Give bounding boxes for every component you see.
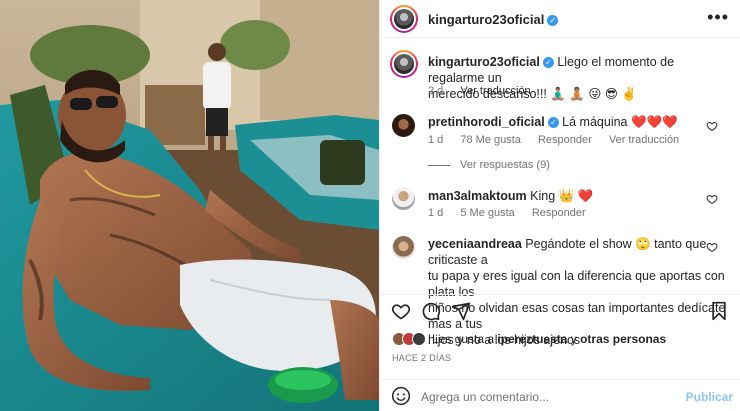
- verified-badge-icon: ✓: [547, 15, 559, 27]
- view-replies[interactable]: Ver respuestas (9): [428, 159, 564, 171]
- likes-username[interactable]: ipereztuesta: [497, 332, 567, 346]
- view-replies-text[interactable]: Ver respuestas (9): [460, 159, 550, 171]
- like-comment-icon[interactable]: [706, 241, 718, 253]
- save-bookmark-icon[interactable]: [710, 301, 728, 321]
- caption-meta: 2 d Ver traducción: [428, 85, 545, 97]
- comment-icon[interactable]: [421, 301, 441, 321]
- comment-2: man3almaktoum King 👑 ❤️: [428, 188, 718, 204]
- comment-likes[interactable]: 5 Me gusta: [460, 207, 514, 219]
- header-username[interactable]: kingarturo23oficial ✓: [428, 12, 559, 27]
- instagram-post-view: kingarturo23oficial ✓ ••• kingarturo23ofi…: [0, 0, 740, 411]
- comment-bar: Agrega un comentario... Publicar: [380, 379, 740, 411]
- like-icon[interactable]: [391, 301, 411, 321]
- more-options-icon[interactable]: •••: [707, 7, 729, 28]
- comment-username[interactable]: yeceniaandreaa: [428, 237, 522, 251]
- caption-author-avatar[interactable]: [390, 50, 418, 78]
- like-comment-icon[interactable]: [706, 193, 718, 205]
- comment-avatar[interactable]: [392, 187, 415, 210]
- share-icon[interactable]: [451, 301, 471, 321]
- post-photo-illustration: [0, 0, 379, 411]
- comment-translate-link[interactable]: Ver traducción: [609, 134, 679, 146]
- post-photo[interactable]: [0, 0, 379, 411]
- likes-prefix: Les gusta a: [432, 332, 498, 346]
- likes-others[interactable]: otras personas: [580, 332, 666, 346]
- verified-badge-icon: ✓: [542, 57, 554, 69]
- post-date[interactable]: HACE 2 DÍAS: [392, 353, 451, 363]
- publish-button[interactable]: Publicar: [686, 390, 733, 404]
- comment-likes[interactable]: 78 Me gusta: [460, 134, 521, 146]
- likes-summary[interactable]: Les gusta a ipereztuesta y otras persona…: [392, 331, 666, 347]
- likes-middle: y: [567, 332, 581, 346]
- comment-username[interactable]: pretinhorodi_oficial: [428, 115, 545, 129]
- comment-avatar[interactable]: [392, 236, 415, 259]
- comment-text: King 👑 ❤️: [530, 189, 594, 203]
- comment-1-meta: 1 d 78 Me gusta Responder Ver traducción: [428, 134, 693, 146]
- author-avatar[interactable]: [390, 5, 418, 33]
- caption-time[interactable]: 2 d: [428, 85, 443, 97]
- liker-avatar: [412, 332, 426, 346]
- comment-username[interactable]: man3almaktoum: [428, 189, 527, 203]
- comment-1: pretinhorodi_oficial ✓ Lá máquina ❤️❤️❤️: [428, 114, 718, 130]
- caption-see-translation[interactable]: Ver traducción: [460, 85, 530, 97]
- caption-username[interactable]: kingarturo23oficial: [428, 55, 540, 69]
- comment-text: Lá máquina ❤️❤️❤️: [562, 115, 678, 129]
- post-header: kingarturo23oficial ✓ •••: [380, 0, 740, 38]
- comment-time[interactable]: 1 d: [428, 134, 443, 146]
- comment-avatar[interactable]: [392, 114, 415, 137]
- comment-2-meta: 1 d 5 Me gusta Responder: [428, 207, 600, 219]
- replies-divider: [428, 164, 450, 166]
- action-bar: [380, 294, 740, 324]
- comment-reply-link[interactable]: Responder: [532, 207, 586, 219]
- emoji-icon[interactable]: [391, 386, 411, 406]
- likes-text[interactable]: Les gusta a ipereztuesta y otras persona…: [432, 332, 666, 346]
- like-comment-icon[interactable]: [706, 120, 718, 132]
- post-sidebar: kingarturo23oficial ✓ ••• kingarturo23ofi…: [379, 0, 740, 411]
- comment-time[interactable]: 1 d: [428, 207, 443, 219]
- comment-input[interactable]: Agrega un comentario...: [421, 390, 549, 404]
- verified-badge-icon: ✓: [547, 117, 559, 129]
- comment-reply-link[interactable]: Responder: [538, 134, 592, 146]
- header-username-text[interactable]: kingarturo23oficial: [428, 12, 544, 27]
